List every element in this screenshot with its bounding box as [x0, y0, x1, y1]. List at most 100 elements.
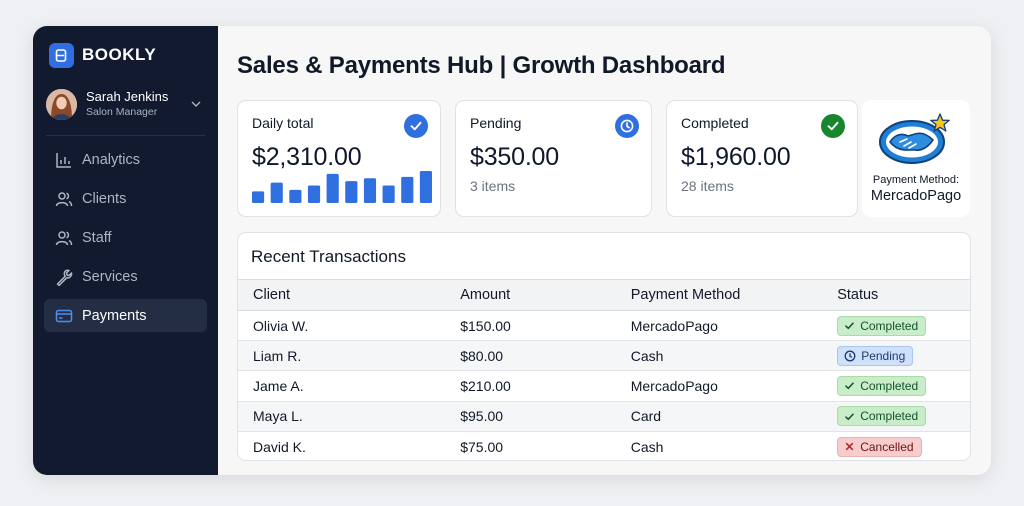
check-icon	[845, 412, 855, 421]
chevron-down-icon[interactable]	[189, 101, 203, 107]
clock-icon	[844, 350, 856, 362]
avatar	[46, 88, 77, 120]
check-circle-icon	[821, 114, 845, 138]
column-header-amount[interactable]: Amount	[445, 279, 616, 311]
payment-method-label: Payment Method:	[872, 174, 960, 186]
cell-payment-method: MercadoPago	[615, 310, 823, 342]
bookly-logo-icon	[49, 42, 74, 68]
close-icon	[845, 442, 854, 451]
cell-payment-method: Cash	[630, 438, 664, 455]
sidebar: BOOKLY Sarah Jenkins Salon Manager Analy…	[33, 26, 218, 475]
transactions-table: Client Amount Payment Method Status Oliv…	[238, 279, 970, 460]
card-label: Pending	[470, 115, 522, 131]
cell-payment-method: Cash	[615, 340, 823, 372]
check-icon	[845, 382, 855, 390]
cell-status: Completed	[822, 401, 970, 432]
cell-amount: $95.00	[445, 401, 616, 432]
chart-bar	[419, 171, 432, 203]
users-icon	[54, 189, 74, 209]
card-label: Daily total	[252, 115, 314, 131]
chart-bar	[382, 185, 395, 203]
cell-client: Jame A.	[238, 370, 446, 402]
table-row[interactable]: Jame A. $210.00 MercadoPago Completed	[238, 370, 970, 402]
status-text: Completed	[860, 378, 919, 393]
page-title: Sales & Payments Hub | Growth Dashboard	[237, 52, 726, 79]
card-sub: 28 items	[681, 178, 734, 194]
table-header-row: Client Amount Payment Method Status	[238, 279, 970, 311]
status-badge: Completed	[837, 315, 927, 336]
card-value: $350.00	[470, 143, 559, 171]
card-value: $2,310.00	[252, 143, 362, 171]
handshake-icon	[878, 112, 954, 168]
column-header-client[interactable]: Client	[238, 279, 446, 311]
credit-card-icon	[54, 306, 74, 326]
daily-total-card[interactable]: Daily total $2,310.00	[237, 100, 441, 217]
sidebar-item-staff[interactable]: Staff	[44, 221, 207, 254]
chart-bar	[363, 178, 377, 203]
cell-status: Pending	[822, 340, 970, 372]
status-text: Cancelled	[860, 439, 914, 454]
clock-icon	[615, 114, 639, 138]
cell-amount: $75.00	[460, 438, 504, 455]
card-sub: 3 items	[470, 178, 516, 194]
sidebar-item-analytics[interactable]: Analytics	[44, 143, 207, 176]
chart-bar	[270, 182, 283, 203]
cell-status: Completed	[822, 370, 970, 402]
sidebar-item-payments[interactable]: Payments	[44, 299, 207, 332]
cell-client: Olivia W.	[238, 310, 446, 342]
brand[interactable]: BOOKLY	[44, 42, 207, 68]
cell-amount: $210.00	[445, 370, 616, 402]
cell-client: Liam R.	[238, 340, 446, 372]
table-row[interactable]: Olivia W. $150.00 MercadoPago Completed	[238, 310, 970, 342]
bar-chart-icon	[54, 150, 74, 170]
pending-card[interactable]: Pending $350.00 3 items	[455, 100, 652, 217]
daily-mini-bar-chart	[252, 171, 432, 203]
sidebar-item-label: Payments	[82, 307, 147, 324]
sidebar-item-services[interactable]: Services	[44, 260, 207, 293]
status-badge: Completed	[837, 375, 927, 396]
table-row[interactable]: Liam R. $80.00 Cash Pending	[238, 340, 970, 372]
payment-method-name: MercadoPago	[870, 188, 962, 204]
check-icon	[845, 322, 855, 330]
cell-payment-method: Card	[615, 401, 823, 432]
table-row[interactable]: David K. $75.00 Cash Cancelled	[238, 431, 970, 460]
sidebar-nav: Analytics Clients Staff Services Payment…	[44, 143, 207, 332]
sidebar-item-clients[interactable]: Clients	[44, 182, 207, 215]
main-content: Sales & Payments Hub | Growth Dashboard …	[218, 26, 991, 475]
wrench-icon	[54, 267, 74, 287]
status-badge: Completed	[837, 406, 927, 427]
user-role: Salon Manager	[86, 106, 158, 118]
status-text: Completed	[860, 409, 919, 424]
user-profile[interactable]: Sarah Jenkins Salon Manager	[44, 87, 207, 121]
table-row[interactable]: Maya L. $95.00 Card Completed	[238, 401, 970, 432]
status-badge: Pending	[837, 345, 914, 366]
user-name: Sarah Jenkins	[86, 89, 169, 104]
check-circle-icon	[404, 114, 428, 138]
column-header-status[interactable]: Status	[822, 279, 970, 311]
chart-bar	[345, 181, 358, 203]
brand-name: BOOKLY	[82, 45, 157, 64]
sidebar-item-label: Clients	[82, 190, 127, 207]
completed-card[interactable]: Completed $1,960.00 28 items	[666, 100, 858, 217]
cell-client: Maya L.	[238, 401, 446, 432]
sidebar-divider	[46, 135, 205, 136]
card-value: $1,960.00	[681, 143, 791, 171]
chart-bar	[307, 185, 321, 203]
column-header-payment-method[interactable]: Payment Method	[615, 279, 823, 311]
chart-bar	[289, 189, 302, 203]
chart-bar	[326, 173, 339, 203]
recent-transactions-title: Recent Transactions	[251, 247, 406, 266]
sidebar-item-label: Services	[82, 268, 138, 285]
cell-amount: $150.00	[445, 310, 616, 342]
cell-payment-method: MercadoPago	[615, 370, 823, 402]
sidebar-item-label: Analytics	[82, 151, 141, 168]
app-window: BOOKLY Sarah Jenkins Salon Manager Analy…	[33, 26, 991, 475]
sidebar-item-label: Staff	[82, 229, 112, 246]
chart-bar	[252, 191, 265, 203]
card-label: Completed	[681, 115, 749, 131]
payment-method-card[interactable]: Payment Method: MercadoPago	[862, 100, 970, 217]
status-badge: Cancelled	[837, 436, 922, 457]
recent-transactions-card: Recent Transactions Client Amount Paymen…	[237, 232, 971, 461]
cell-amount: $80.00	[445, 340, 616, 372]
cell-client: David K.	[253, 438, 306, 455]
